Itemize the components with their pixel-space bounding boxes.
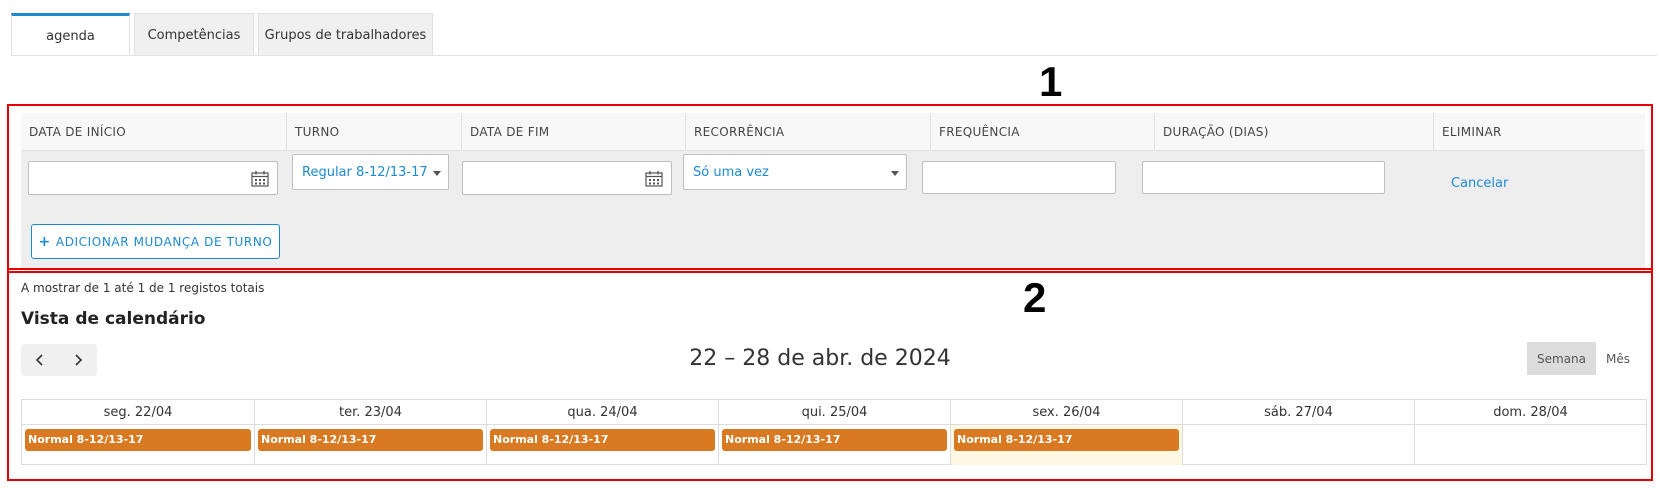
end-date-input[interactable] [462,161,672,195]
previous-week-button[interactable] [21,344,59,376]
day-header: sáb. 27/04 [1183,400,1415,425]
tab-divider [11,55,1657,56]
day-cell[interactable] [1183,425,1415,465]
view-week-button[interactable]: Semana [1527,342,1597,375]
day-cell[interactable] [1415,425,1646,465]
calendar-view-toggle: Semana Mês [1527,342,1641,375]
next-week-button[interactable] [59,344,97,376]
day-header: sex. 26/04 [951,400,1183,425]
calendar-icon[interactable] [645,170,663,187]
cancel-link[interactable]: Cancelar [1451,176,1508,191]
column-header-shift: TURNO [295,125,340,139]
recurrence-select-value: Só uma vez [693,164,769,180]
column-header-duration: DURAÇÃO (DIAS) [1163,125,1269,139]
column-header-end-date: DATA DE FIM [470,125,550,139]
tab-grupos-trabalhadores[interactable]: Grupos de trabalhadores [258,13,433,56]
recurrence-select[interactable]: Só uma vez [683,154,907,190]
tab-bar: agenda Competências Grupos de trabalhado… [11,13,437,56]
column-header-recurrence: RECORRÊNCIA [694,125,785,139]
start-date-input[interactable] [28,161,278,195]
day-cell[interactable]: Normal 8-12/13-17 [719,425,951,465]
shift-event[interactable]: Normal 8-12/13-17 [490,429,715,451]
tab-agenda[interactable]: agenda [11,13,130,56]
chevron-down-icon [891,171,899,176]
calendar-date-range: 22 – 28 de abr. de 2024 [689,346,951,371]
calendar-icon[interactable] [251,170,269,187]
shift-event[interactable]: Normal 8-12/13-17 [258,429,483,451]
day-header: qui. 25/04 [719,400,951,425]
annotation-number-1: 1 [1039,58,1063,105]
day-header: seg. 22/04 [22,400,255,425]
shift-event[interactable]: Normal 8-12/13-17 [25,429,251,451]
calendar-nav [21,344,97,376]
chevron-down-icon [433,171,441,176]
view-month-button[interactable]: Mês [1596,342,1641,375]
day-header: qua. 24/04 [487,400,719,425]
column-header-frequency: FREQUÊNCIA [939,125,1020,139]
calendar-title: Vista de calendário [21,309,206,329]
day-cell[interactable]: Normal 8-12/13-17 [487,425,719,465]
column-header-start-date: DATA DE INÍCIO [29,125,126,139]
column-header-delete: ELIMINAR [1442,125,1502,139]
shift-event[interactable]: Normal 8-12/13-17 [954,429,1179,451]
day-header: dom. 28/04 [1415,400,1646,425]
records-count-text: A mostrar de 1 até 1 de 1 registos totai… [21,281,265,295]
shift-event[interactable]: Normal 8-12/13-17 [722,429,947,451]
day-header: ter. 23/04 [255,400,487,425]
tab-competencias[interactable]: Competências [134,13,254,56]
duration-input[interactable] [1142,161,1385,194]
plus-icon: + [38,233,51,250]
day-cell[interactable]: Normal 8-12/13-17 [22,425,255,465]
shift-select[interactable]: Regular 8-12/13-17 [292,154,449,190]
add-shift-change-label: ADICIONAR MUDANÇA DE TURNO [55,234,273,249]
chevron-left-icon [35,354,43,366]
day-cell-today[interactable]: Normal 8-12/13-17 [951,425,1183,465]
calendar-week-grid: seg. 22/04 ter. 23/04 qua. 24/04 qui. 25… [21,399,1647,465]
day-cell[interactable]: Normal 8-12/13-17 [255,425,487,465]
frequency-input[interactable] [922,161,1116,194]
chevron-right-icon [75,354,83,366]
form-header-row: DATA DE INÍCIO TURNO DATA DE FIM RECORRÊ… [21,113,1645,151]
add-shift-change-button[interactable]: + ADICIONAR MUDANÇA DE TURNO [31,224,280,259]
shift-select-value: Regular 8-12/13-17 [302,164,428,180]
